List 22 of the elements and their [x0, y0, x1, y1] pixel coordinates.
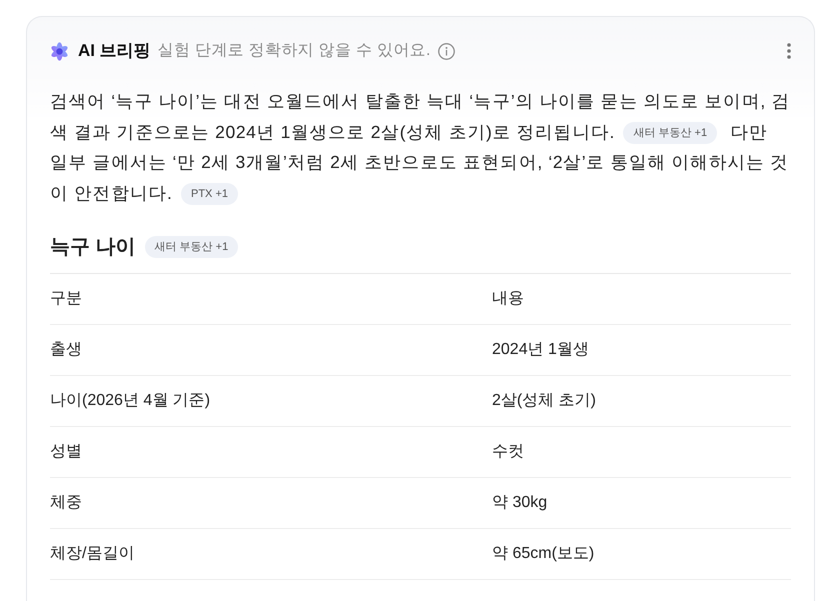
- source-chip[interactable]: 새터 부동산 +1: [144, 236, 238, 258]
- table-cell: 체중: [50, 494, 82, 511]
- table-cell: 성별: [50, 443, 82, 460]
- info-icon[interactable]: [438, 42, 455, 60]
- table-cell: 2살(성체 초기): [492, 392, 596, 409]
- answer-paragraph: 검색어 ‘늑구 나이’는 대전 오월드에서 탈출한 늑대 ‘늑구’의 나이를 묻는 의도로 보이며, 검색 결과 기준으로는 2024년 1월생으로 2살(성체 초기)로 정리됩니다. 새터 부동산 +1 다만 일부 글에서는 ‘만 2세 3개월’처럼 2세 초반으로도 표현되어, ‘2살’로 통일해 이해하시는 것이 안전합니다. PTX +1: [50, 90, 791, 206]
- table-header-cell: 내용: [492, 290, 524, 307]
- table-cell: 나이(2026년 4월 기준): [50, 392, 210, 409]
- section-heading: 늑구 나이: [50, 235, 136, 260]
- disclaimer-text: 실험 단계로 정확하지 않을 수 있어요.: [158, 41, 431, 61]
- table-cell: 체장/몸길이: [50, 545, 134, 562]
- table-cell: 약 30kg: [492, 494, 548, 511]
- table-cell: 수컷: [492, 443, 524, 460]
- source-chip[interactable]: PTX +1: [181, 182, 238, 204]
- table-header-cell: 구분: [50, 290, 82, 307]
- briefing-title: AI 브리핑: [78, 40, 151, 62]
- table-cell: 2024년 1월생: [492, 341, 589, 358]
- table-cell: 약 65cm(보도): [492, 545, 594, 562]
- table-cell: 출생: [50, 341, 82, 358]
- more-options-icon[interactable]: [787, 43, 791, 59]
- ai-sparkle-icon: [50, 42, 69, 60]
- source-chip[interactable]: 새터 부동산 +1: [623, 122, 718, 144]
